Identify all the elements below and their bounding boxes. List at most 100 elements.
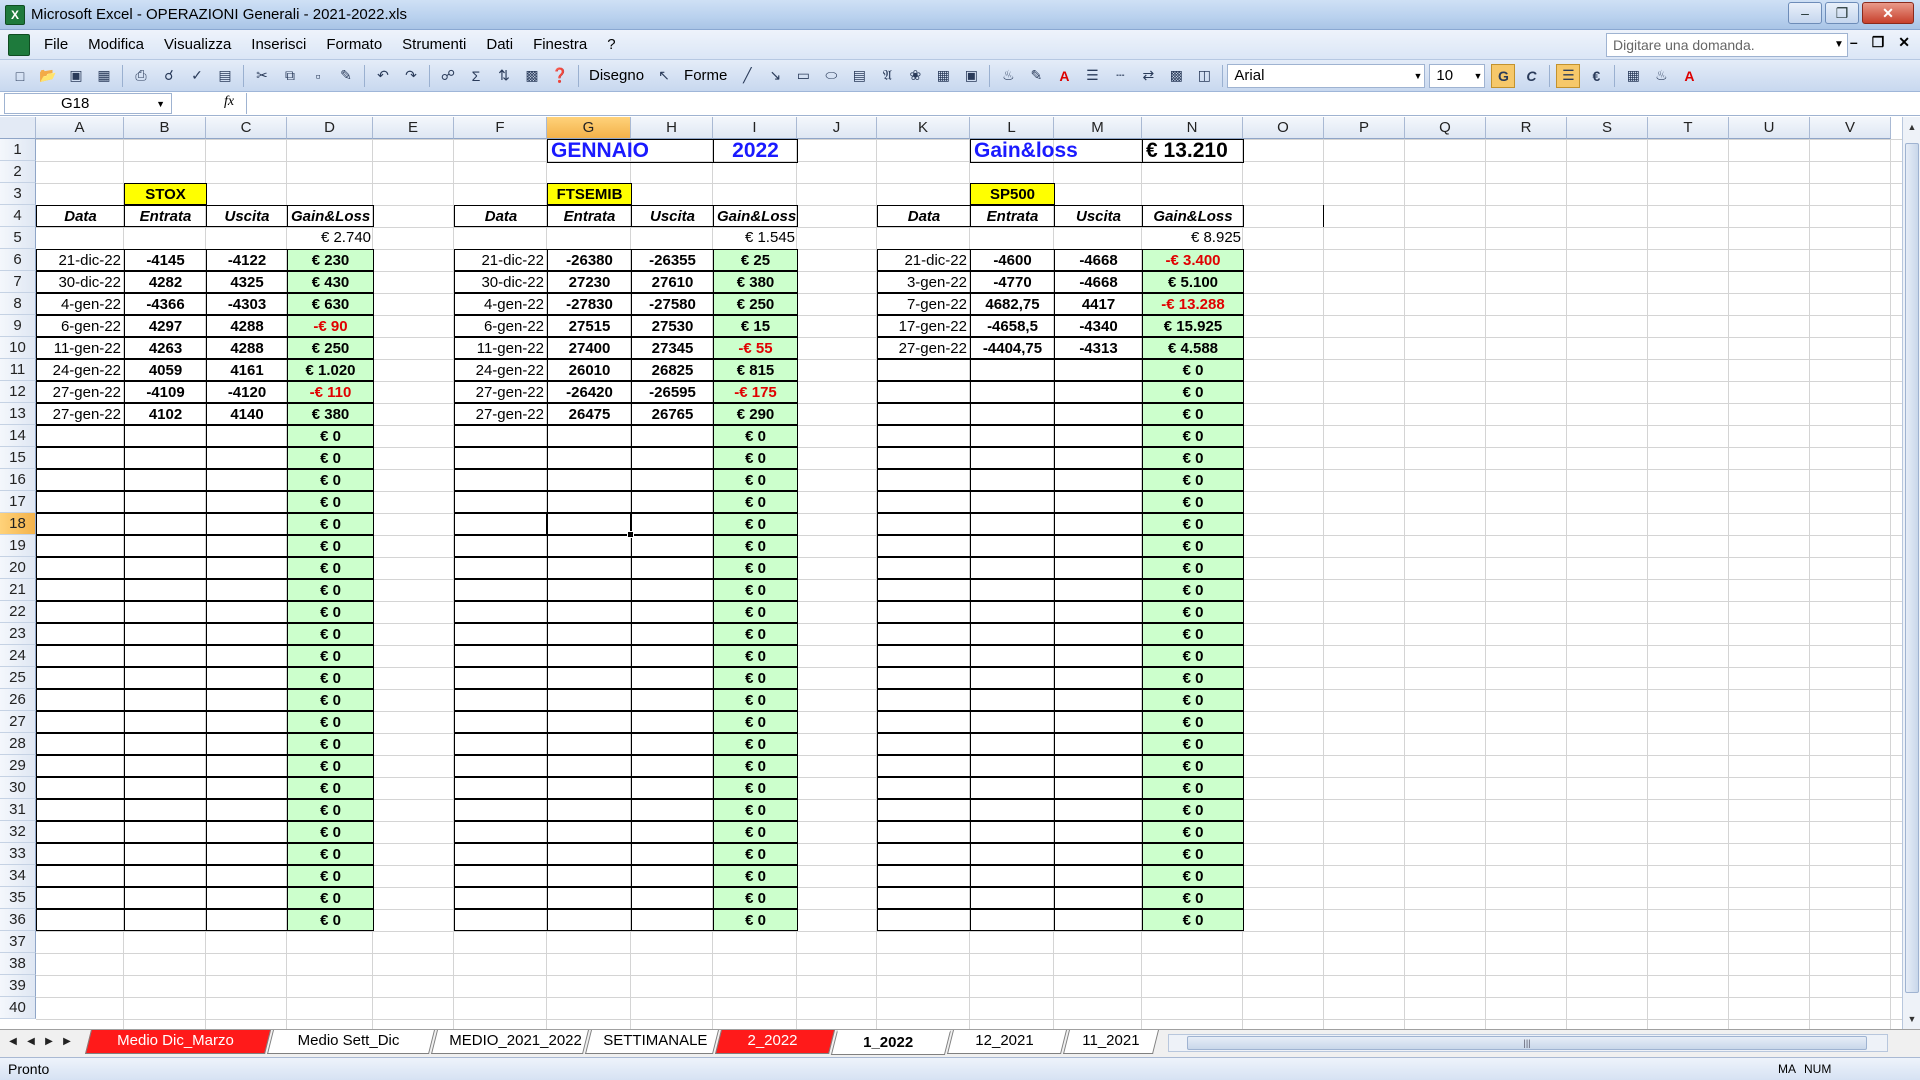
gainloss-cell[interactable]: € 0: [713, 843, 798, 865]
gainloss-title[interactable]: Gain&loss: [970, 139, 1143, 163]
uscita-cell[interactable]: [206, 865, 288, 887]
entrata-cell[interactable]: [547, 425, 632, 447]
date-cell[interactable]: 21-dic-22: [454, 249, 548, 271]
gainloss-cell[interactable]: € 380: [713, 271, 798, 293]
entrata-cell[interactable]: [970, 447, 1055, 469]
date-cell[interactable]: [877, 689, 971, 711]
row-header[interactable]: 18: [0, 513, 36, 535]
uscita-cell[interactable]: [206, 535, 288, 557]
uscita-cell[interactable]: [631, 909, 714, 931]
arrow-icon[interactable]: ↘: [763, 64, 787, 88]
entrata-cell[interactable]: [124, 821, 207, 843]
uscita-cell[interactable]: [206, 601, 288, 623]
row-header[interactable]: 20: [0, 557, 36, 579]
gainloss-cell[interactable]: € 0: [713, 623, 798, 645]
entrata-cell[interactable]: [970, 469, 1055, 491]
date-cell[interactable]: [36, 689, 125, 711]
entrata-cell[interactable]: [970, 689, 1055, 711]
forme-menu[interactable]: Forme: [678, 67, 733, 84]
uscita-cell[interactable]: [206, 513, 288, 535]
fill-color-icon[interactable]: ♨: [996, 64, 1020, 88]
entrata-cell[interactable]: [124, 865, 207, 887]
maximize-button[interactable]: ❐: [1825, 2, 1859, 24]
uscita-cell[interactable]: [1054, 887, 1143, 909]
gainloss-cell[interactable]: € 430: [287, 271, 374, 293]
spelling-icon[interactable]: ✓: [185, 64, 209, 88]
uscita-cell[interactable]: 4417: [1054, 293, 1143, 315]
entrata-cell[interactable]: [124, 469, 207, 491]
entrata-cell[interactable]: [124, 425, 207, 447]
entrata-cell[interactable]: 27515: [547, 315, 632, 337]
uscita-cell[interactable]: 4140: [206, 403, 288, 425]
entrata-cell[interactable]: [970, 865, 1055, 887]
date-cell[interactable]: [877, 579, 971, 601]
gainloss-cell[interactable]: € 0: [713, 447, 798, 469]
menu-finestra[interactable]: Finestra: [523, 33, 597, 57]
clipart-icon[interactable]: ▦: [931, 64, 955, 88]
uscita-cell[interactable]: [631, 667, 714, 689]
entrata-cell[interactable]: [970, 513, 1055, 535]
row-header[interactable]: 27: [0, 711, 36, 733]
gainloss-total[interactable]: € 13.210: [1142, 139, 1244, 163]
entrata-cell[interactable]: [970, 777, 1055, 799]
entrata-cell[interactable]: -26380: [547, 249, 632, 271]
date-cell[interactable]: [36, 513, 125, 535]
gainloss-cell[interactable]: -€ 90: [287, 315, 374, 337]
row-header[interactable]: 30: [0, 777, 36, 799]
column-header[interactable]: R: [1486, 117, 1567, 139]
gainloss-cell[interactable]: € 5.100: [1142, 271, 1244, 293]
date-cell[interactable]: [454, 557, 548, 579]
date-cell[interactable]: [36, 733, 125, 755]
row-header[interactable]: 6: [0, 249, 36, 271]
date-cell[interactable]: 21-dic-22: [36, 249, 125, 271]
uscita-cell[interactable]: [631, 623, 714, 645]
column-header[interactable]: A: [36, 117, 124, 139]
gainloss-cell[interactable]: € 0: [287, 535, 374, 557]
entrata-cell[interactable]: 27400: [547, 337, 632, 359]
3d-icon[interactable]: ◫: [1192, 64, 1216, 88]
entrata-cell[interactable]: [970, 755, 1055, 777]
uscita-cell[interactable]: -4340: [1054, 315, 1143, 337]
uscita-cell[interactable]: [631, 513, 714, 535]
menu-formato[interactable]: Formato: [316, 33, 392, 57]
uscita-cell[interactable]: [1054, 645, 1143, 667]
date-cell[interactable]: [36, 447, 125, 469]
uscita-cell[interactable]: [1054, 513, 1143, 535]
date-cell[interactable]: 6-gen-22: [454, 315, 548, 337]
next-sheet-icon[interactable]: ▶: [42, 1036, 56, 1047]
entrata-cell[interactable]: [970, 645, 1055, 667]
date-cell[interactable]: [877, 535, 971, 557]
ask-question-input[interactable]: Digitare una domanda.: [1606, 33, 1848, 57]
entrata-cell[interactable]: [124, 579, 207, 601]
date-cell[interactable]: [877, 557, 971, 579]
entrata-cell[interactable]: [547, 909, 632, 931]
gainloss-cell[interactable]: € 0: [287, 645, 374, 667]
uscita-cell[interactable]: [631, 645, 714, 667]
entrata-cell[interactable]: [970, 623, 1055, 645]
gainloss-cell[interactable]: € 0: [713, 425, 798, 447]
gainloss-cell[interactable]: € 0: [713, 689, 798, 711]
gainloss-cell[interactable]: -€ 110: [287, 381, 374, 403]
date-cell[interactable]: [454, 909, 548, 931]
uscita-cell[interactable]: [1054, 491, 1143, 513]
gainloss-cell[interactable]: € 0: [287, 799, 374, 821]
entrata-cell[interactable]: [547, 447, 632, 469]
gainloss-cell[interactable]: € 0: [287, 579, 374, 601]
row-header[interactable]: 37: [0, 931, 36, 953]
gainloss-cell[interactable]: € 0: [1142, 447, 1244, 469]
sheet-tab[interactable]: 1_2022 G&L: [830, 1030, 952, 1073]
gainloss-cell[interactable]: € 0: [713, 821, 798, 843]
column-header[interactable]: M: [1054, 117, 1142, 139]
vertical-scroll-thumb[interactable]: [1905, 143, 1919, 993]
row-header[interactable]: 4: [0, 205, 36, 227]
uscita-cell[interactable]: [631, 777, 714, 799]
prev-sheet-icon[interactable]: ◀: [24, 1036, 38, 1047]
date-cell[interactable]: [454, 513, 548, 535]
date-cell[interactable]: [36, 865, 125, 887]
picture-icon[interactable]: ▣: [959, 64, 983, 88]
date-cell[interactable]: [36, 843, 125, 865]
uscita-cell[interactable]: [206, 557, 288, 579]
date-cell[interactable]: [877, 447, 971, 469]
entrata-cell[interactable]: [124, 887, 207, 909]
cut-icon[interactable]: ✂: [250, 64, 274, 88]
